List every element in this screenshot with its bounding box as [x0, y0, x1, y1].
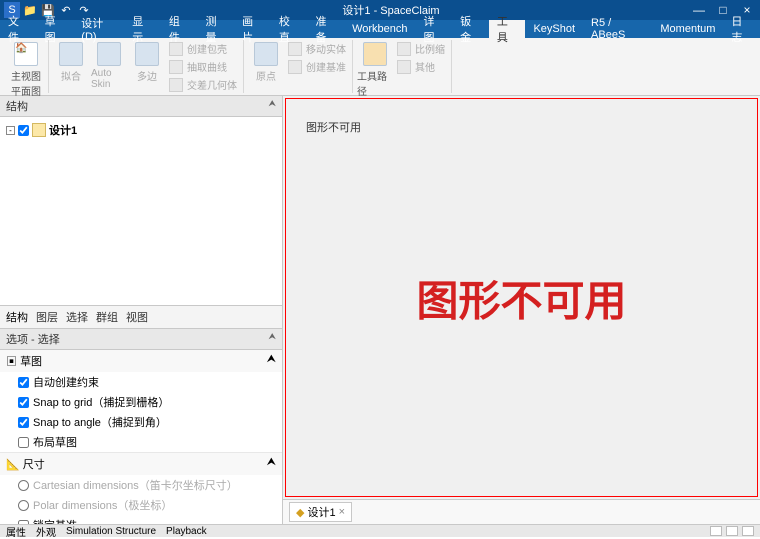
ptab-views[interactable]: 视图 [126, 309, 148, 325]
design-icon [32, 123, 46, 137]
cb-snap-angle[interactable] [18, 417, 29, 428]
poly-button[interactable]: 多边 [129, 40, 165, 83]
tab-assembly[interactable]: 组件 [161, 20, 198, 38]
status-tab-appearance[interactable]: 外观 [36, 524, 56, 539]
collapse-icon[interactable]: ⮝ [268, 331, 276, 347]
status-tab-sim[interactable]: Simulation Structure [66, 526, 156, 537]
status-btn-2[interactable] [726, 526, 738, 536]
wrap-button[interactable]: 创建包壳 [167, 40, 239, 57]
fit-button[interactable]: 拟合 [53, 40, 89, 83]
maximize-button[interactable]: □ [714, 3, 732, 17]
section-cursor[interactable]: ▣ 草图⮝ [0, 350, 282, 372]
collapse-icon[interactable]: ⮝ [268, 98, 276, 114]
options-title: 选项 - 选择 [6, 331, 60, 347]
intersect-button[interactable]: 交差几何体 [167, 76, 239, 93]
label: 主视图 [11, 68, 41, 83]
tree-root[interactable]: - 设计1 [4, 121, 278, 139]
home-icon: 🏠 [14, 42, 38, 66]
status-bar: 属性 外观 Simulation Structure Playback [0, 524, 760, 537]
panel-tabs: 结构 图层 选择 群组 视图 [0, 305, 282, 329]
tab-sketch[interactable]: 草图 [37, 20, 74, 38]
main-area: 结构 ⮝ - 设计1 结构 图层 选择 群组 视图 选项 - 选择 ⮝ ▣ 草图… [0, 96, 760, 524]
tab-design[interactable]: 设计(D) [73, 20, 124, 38]
tab-repair[interactable]: 校直 [271, 20, 308, 38]
radio-polar[interactable] [18, 500, 29, 511]
tab-measure[interactable]: 测量 [198, 20, 235, 38]
ribbon-group-3: 原点 移动实体 创建基准 [244, 40, 353, 93]
doc-icon: ◆ [296, 506, 304, 519]
group-label [248, 92, 348, 93]
close-tab-icon[interactable]: × [339, 506, 345, 518]
tab-r5[interactable]: R5 / ABeeS [583, 20, 652, 38]
origin-button[interactable]: 原点 [248, 40, 284, 83]
ribbon-group-mfg: 工具路径 比例缩 其他 制造 [353, 40, 452, 93]
ptab-structure[interactable]: 结构 [6, 309, 28, 325]
left-pane: 结构 ⮝ - 设计1 结构 图层 选择 群组 视图 选项 - 选择 ⮝ ▣ 草图… [0, 96, 283, 524]
status-btn-1[interactable] [710, 526, 722, 536]
tab-prepare[interactable]: 准备 [307, 20, 344, 38]
tab-log[interactable]: 日志 [723, 20, 760, 38]
other-button[interactable]: 其他 [395, 58, 447, 75]
options-panel: ▣ 草图⮝ 自动创建约束 Snap to grid（捕捉到栅格） Snap to… [0, 350, 282, 524]
ribbon-group-orient: 🏠 主视图 平面图 定向 [4, 40, 49, 93]
cb-layout-sketch[interactable] [18, 437, 29, 448]
tab-facet[interactable]: 画片 [234, 20, 271, 38]
doc-name: 设计1 [307, 504, 335, 520]
structure-title: 结构 [6, 98, 28, 114]
radio-cartesian[interactable] [18, 480, 29, 491]
tab-sheetmetal[interactable]: 钣金 [452, 20, 489, 38]
tab-detail[interactable]: 详图 [416, 20, 453, 38]
autoskin-button[interactable]: Auto Skin [91, 40, 127, 90]
status-tab-playback[interactable]: Playback [166, 526, 207, 537]
toolpath-button[interactable]: 工具路径 [357, 40, 393, 98]
cb-snap-grid[interactable] [18, 397, 29, 408]
doc-tab[interactable]: ◆ 设计1 × [289, 502, 352, 522]
extract-button[interactable]: 抽取曲线 [167, 58, 239, 75]
status-tab-props[interactable]: 属性 [6, 524, 26, 539]
tab-tools[interactable]: 工具 [489, 20, 526, 38]
tab-workbench[interactable]: Workbench [344, 20, 415, 38]
graphics-unavailable-small: 图形不可用 [306, 119, 361, 135]
graphics-unavailable-big: 图形不可用 [416, 267, 626, 328]
canvas-area: 图形不可用 图形不可用 ◆ 设计1 × [283, 96, 760, 524]
expand-icon[interactable]: - [6, 126, 15, 135]
status-btn-3[interactable] [742, 526, 754, 536]
tab-momentum[interactable]: Momentum [652, 20, 723, 38]
move-body-button[interactable]: 移动实体 [286, 40, 348, 57]
tab-keyshot[interactable]: KeyShot [525, 20, 583, 38]
ribbon: 🏠 主视图 平面图 定向 拟合 Auto Skin 多边 创建包壳 抽取曲线 交… [0, 38, 760, 96]
options-header: 选项 - 选择 ⮝ [0, 329, 282, 350]
viewport[interactable]: 图形不可用 图形不可用 [285, 98, 758, 497]
section-dim[interactable]: 📐 尺寸⮝ [0, 453, 282, 475]
home-view-button[interactable]: 🏠 主视图 平面图 [8, 40, 44, 98]
document-tabs: ◆ 设计1 × [283, 499, 760, 524]
ribbon-group-reverse: 拟合 Auto Skin 多边 创建包壳 抽取曲线 交差几何体 反向工程 [49, 40, 244, 93]
tab-file[interactable]: 文件 [0, 20, 37, 38]
ptab-groups[interactable]: 群组 [96, 309, 118, 325]
structure-header: 结构 ⮝ [0, 96, 282, 117]
tree-label: 设计1 [49, 122, 77, 138]
datum-button[interactable]: 创建基准 [286, 58, 348, 75]
minimize-button[interactable]: — [690, 3, 708, 17]
structure-tree[interactable]: - 设计1 [0, 117, 282, 305]
ptab-selection[interactable]: 选择 [66, 309, 88, 325]
ptab-layers[interactable]: 图层 [36, 309, 58, 325]
scale-button[interactable]: 比例缩 [395, 40, 447, 57]
tab-display[interactable]: 显示 [124, 20, 161, 38]
ribbon-tabs: 文件 草图 设计(D) 显示 组件 测量 画片 校直 准备 Workbench … [0, 20, 760, 38]
cb-autoconstraint[interactable] [18, 377, 29, 388]
visibility-checkbox[interactable] [18, 125, 29, 136]
